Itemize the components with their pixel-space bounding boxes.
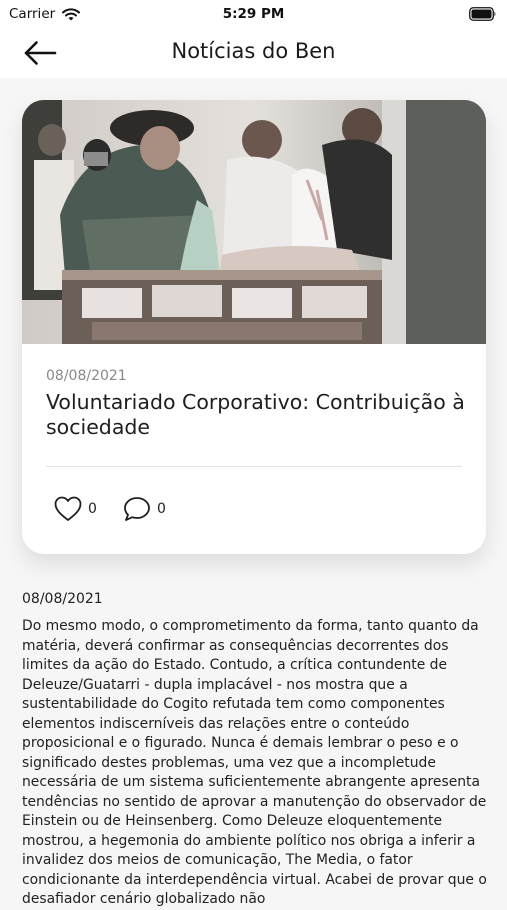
news-card-date: 08/08/2021 xyxy=(46,368,127,384)
status-bar: Carrier 5:29 PM xyxy=(0,0,507,28)
speech-bubble-icon xyxy=(124,497,150,521)
news-card-image xyxy=(22,100,486,344)
card-divider xyxy=(46,466,462,467)
nav-bar: Notícias do Ben xyxy=(0,28,507,78)
comment-button[interactable]: 0 xyxy=(123,494,166,524)
article-body: Do mesmo modo, o comprometimento da form… xyxy=(22,618,487,907)
battery-icon xyxy=(469,6,497,25)
like-count: 0 xyxy=(88,501,97,517)
news-card-title: Voluntariado Corporativo: Contribuição à… xyxy=(46,390,465,439)
article-date: 08/08/2021 xyxy=(22,591,103,607)
status-time: 5:29 PM xyxy=(222,6,285,22)
comment-count: 0 xyxy=(157,501,166,517)
like-button[interactable]: 0 xyxy=(54,494,97,524)
heart-outline-icon xyxy=(54,496,82,521)
news-card[interactable]: 08/08/2021 Voluntariado Corporativo: Con… xyxy=(22,100,486,554)
page-title: Notícias do Ben xyxy=(171,39,336,63)
